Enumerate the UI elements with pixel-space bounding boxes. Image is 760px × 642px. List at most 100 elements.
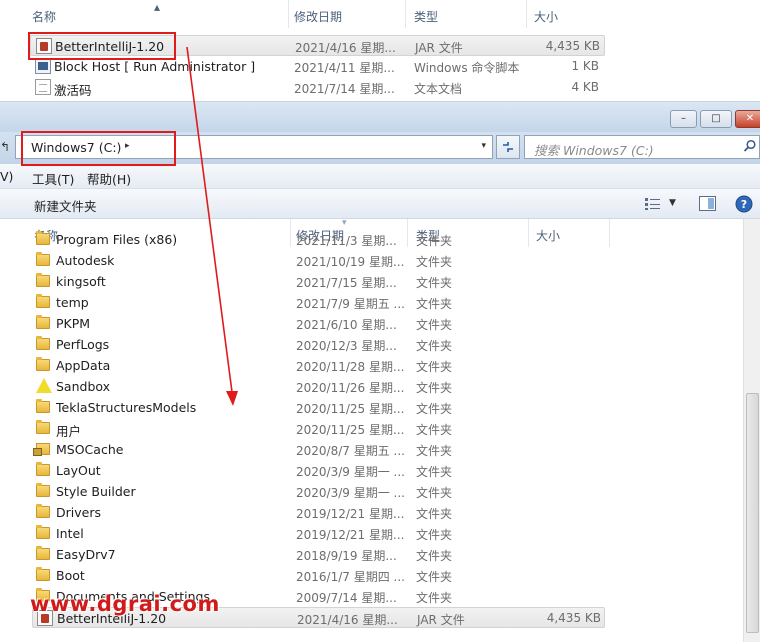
item-name: AppData: [56, 358, 111, 373]
folder-icon: [36, 273, 50, 287]
folder-row[interactable]: AppData 2020/11/28 星期... 文件夹: [32, 355, 605, 376]
column-header-name[interactable]: 名称: [32, 8, 56, 25]
address-history-dropdown-icon[interactable]: ▾: [481, 141, 486, 151]
locked-folder-icon: [33, 443, 50, 456]
item-date: 2020/11/25 星期...: [296, 402, 405, 416]
item-type: 文件夹: [416, 591, 453, 605]
highlight-box-drive: [21, 131, 176, 166]
item-type: 文件夹: [416, 339, 453, 353]
column-header-size[interactable]: 大小: [534, 8, 558, 25]
view-dropdown-icon[interactable]: ▼: [669, 198, 676, 208]
item-size: 4,435 KB: [546, 611, 601, 625]
folder-icon: [36, 525, 50, 539]
folder-row[interactable]: TeklaStructuresModels 2020/11/25 星期... 文件夹: [32, 397, 605, 418]
file-list: 名称 ▾ 修改日期 类型 大小 Program Files (x86)2021/…: [0, 218, 760, 642]
file-type: Windows 命令脚本: [414, 61, 520, 75]
menu-bar: V) 工具(T) 帮助(H): [0, 164, 760, 189]
folder-row[interactable]: Intel 2019/12/21 星期... 文件夹: [32, 523, 605, 544]
svg-text:?: ?: [741, 198, 747, 211]
folder-row[interactable]: MSOCache 2020/8/7 星期五 ... 文件夹: [32, 439, 605, 460]
search-input[interactable]: 搜索 Windows7 (C:): [524, 135, 760, 159]
folder-row[interactable]: temp 2021/7/9 星期五 ... 文件夹: [32, 292, 605, 313]
folder-icon: [36, 462, 50, 476]
item-date: 2020/11/25 星期...: [296, 423, 405, 437]
file-date: 2021/4/16 星期...: [295, 41, 396, 55]
maximize-button[interactable]: □: [700, 110, 732, 128]
menu-help[interactable]: 帮助(H): [87, 169, 131, 188]
item-type: 文件夹: [416, 570, 453, 584]
window-titlebar[interactable]: – □ ✕: [0, 102, 760, 132]
item-date: 2021/10/19 星期...: [296, 255, 405, 269]
maximize-icon: □: [711, 113, 721, 124]
close-button[interactable]: ✕: [735, 110, 760, 128]
item-name: MSOCache: [56, 442, 124, 457]
item-date: 2019/12/21 星期...: [296, 507, 405, 521]
menu-view[interactable]: V): [0, 169, 13, 184]
column-separator[interactable]: [405, 0, 406, 28]
folder-icon: [36, 294, 50, 308]
back-arrow-icon[interactable]: ↰: [0, 140, 10, 154]
folder-row[interactable]: Program Files (x86) 2021/11/3 星期... 文件夹: [32, 229, 605, 250]
preview-pane-icon[interactable]: [699, 196, 716, 211]
item-date: 2020/11/28 星期...: [296, 360, 405, 374]
item-type: 文件夹: [416, 360, 453, 374]
search-placeholder: 搜索 Windows7 (C:): [534, 143, 654, 158]
folder-icon: [36, 399, 50, 413]
item-type: 文件夹: [416, 297, 453, 311]
folder-icon: [36, 546, 50, 560]
explorer-window: – □ ✕ ↰ Windows7 (C:) ▸ ▾ 搜索 Windows7 (C…: [0, 102, 760, 642]
folder-row[interactable]: PerfLogs 2020/12/3 星期... 文件夹: [32, 334, 605, 355]
item-name: PerfLogs: [56, 337, 110, 352]
folder-row[interactable]: PKPM 2021/6/10 星期... 文件夹: [32, 313, 605, 334]
column-separator[interactable]: [288, 0, 289, 28]
column-header-type[interactable]: 类型: [414, 8, 438, 25]
sort-ascending-icon: ▴: [154, 0, 161, 14]
folder-icon: [36, 504, 50, 518]
help-icon[interactable]: ?: [735, 195, 753, 213]
item-type: 文件夹: [416, 507, 453, 521]
file-date: 2021/4/11 星期...: [294, 61, 395, 75]
item-name: Drivers: [56, 505, 101, 520]
item-name: Autodesk: [56, 253, 115, 268]
file-row-activation-code[interactable]: 激活码 2021/7/14 星期... 文本文档 4 KB: [30, 77, 605, 98]
new-folder-button[interactable]: 新建文件夹: [34, 196, 97, 215]
vertical-scrollbar[interactable]: [743, 219, 760, 642]
refresh-icon: [503, 142, 513, 152]
folder-row[interactable]: Autodesk 2021/10/19 星期... 文件夹: [32, 250, 605, 271]
scrollbar-thumb[interactable]: [746, 393, 759, 633]
folder-row[interactable]: LayOut 2020/3/9 星期一 ... 文件夹: [32, 460, 605, 481]
column-header-row: 名称 ▴ 修改日期 类型 大小: [20, 0, 610, 28]
folder-row[interactable]: Drivers 2019/12/21 星期... 文件夹: [32, 502, 605, 523]
menu-tools[interactable]: 工具(T): [32, 169, 74, 188]
folder-row[interactable]: EasyDrv7 2018/9/19 星期... 文件夹: [32, 544, 605, 565]
item-type: 文件夹: [416, 423, 453, 437]
folder-row[interactable]: Boot 2016/1/7 星期四 ... 文件夹: [32, 565, 605, 586]
file-size: 1 KB: [571, 59, 599, 73]
item-date: 2009/7/14 星期...: [296, 591, 397, 605]
item-type: JAR 文件: [417, 613, 465, 627]
column-header-date[interactable]: 修改日期: [294, 8, 342, 25]
item-type: 文件夹: [416, 486, 453, 500]
item-type: 文件夹: [416, 255, 453, 269]
column-separator[interactable]: [526, 0, 527, 28]
folder-icon: [36, 483, 50, 497]
item-date: 2018/9/19 星期...: [296, 549, 397, 563]
view-options-icon[interactable]: [645, 198, 661, 210]
folder-row[interactable]: Sandbox 2020/11/26 星期... 文件夹: [32, 376, 605, 397]
item-date: 2021/11/3 星期...: [296, 234, 397, 248]
refresh-button[interactable]: [496, 135, 520, 159]
highlight-box-source-file: [28, 32, 176, 60]
text-file-icon: [35, 79, 51, 95]
search-icon[interactable]: [743, 139, 757, 153]
folder-row[interactable]: 用户 2020/11/25 星期... 文件夹: [32, 418, 605, 439]
folder-icon: [36, 315, 50, 329]
folder-row[interactable]: kingsoft 2021/7/15 星期... 文件夹: [32, 271, 605, 292]
folder-icon: [36, 357, 50, 371]
item-name: Program Files (x86): [56, 232, 178, 247]
watermark-text: www.dgrai.com: [30, 592, 220, 616]
file-size: 4 KB: [571, 80, 599, 94]
item-type: 文件夹: [416, 234, 453, 248]
column-separator[interactable]: [609, 219, 610, 247]
folder-row[interactable]: Style Builder 2020/3/9 星期一 ... 文件夹: [32, 481, 605, 502]
minimize-button[interactable]: –: [670, 110, 697, 128]
